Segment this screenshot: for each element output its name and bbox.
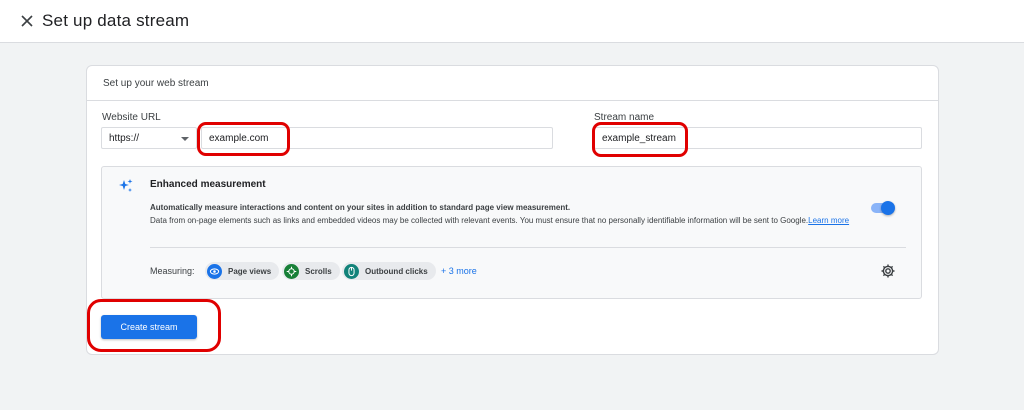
website-url-value: example.com — [209, 133, 269, 144]
eye-icon — [207, 263, 222, 279]
protocol-select[interactable]: https:// — [101, 127, 197, 149]
chip-label: Page views — [228, 266, 272, 276]
card-header: Set up your web stream — [87, 66, 938, 101]
learn-more-link[interactable]: Learn more — [808, 216, 849, 225]
enhanced-measurement-title: Enhanced measurement — [150, 179, 266, 190]
top-bar: Set up data stream — [0, 0, 1024, 43]
create-stream-button[interactable]: Create stream — [101, 315, 197, 339]
divider — [150, 247, 906, 248]
stream-name-value: example_stream — [602, 133, 676, 144]
chip-scrolls[interactable]: Scrolls — [282, 262, 340, 280]
measuring-label: Measuring: — [150, 266, 195, 276]
chip-label: Outbound clicks — [365, 266, 428, 276]
stream-name-label: Stream name — [594, 112, 655, 123]
close-icon — [21, 15, 33, 27]
stream-name-input[interactable]: example_stream — [594, 127, 922, 149]
protocol-value: https:// — [109, 133, 140, 144]
gear-icon[interactable] — [880, 263, 896, 279]
website-url-label: Website URL — [102, 112, 161, 123]
chip-label: Scrolls — [305, 266, 332, 276]
page-title: Set up data stream — [42, 11, 190, 30]
enhanced-measurement-toggle[interactable] — [871, 201, 895, 215]
crosshair-icon — [284, 263, 299, 279]
card-header-title: Set up your web stream — [103, 78, 209, 89]
enhanced-measurement-description: Data from on-page elements such as links… — [150, 214, 880, 227]
chevron-down-icon — [181, 137, 189, 141]
enhanced-measurement-summary: Automatically measure interactions and c… — [150, 203, 571, 212]
sparkle-icon — [119, 179, 133, 192]
chip-page-views[interactable]: Page views — [205, 262, 280, 280]
more-measurements-link[interactable]: + 3 more — [441, 266, 477, 276]
close-button[interactable] — [16, 10, 38, 32]
mouse-icon — [344, 263, 359, 279]
description-text: Data from on-page elements such as links… — [150, 216, 809, 225]
toggle-knob — [881, 201, 895, 215]
chip-outbound-clicks[interactable]: Outbound clicks — [342, 262, 436, 280]
website-url-input[interactable]: example.com — [201, 127, 553, 149]
